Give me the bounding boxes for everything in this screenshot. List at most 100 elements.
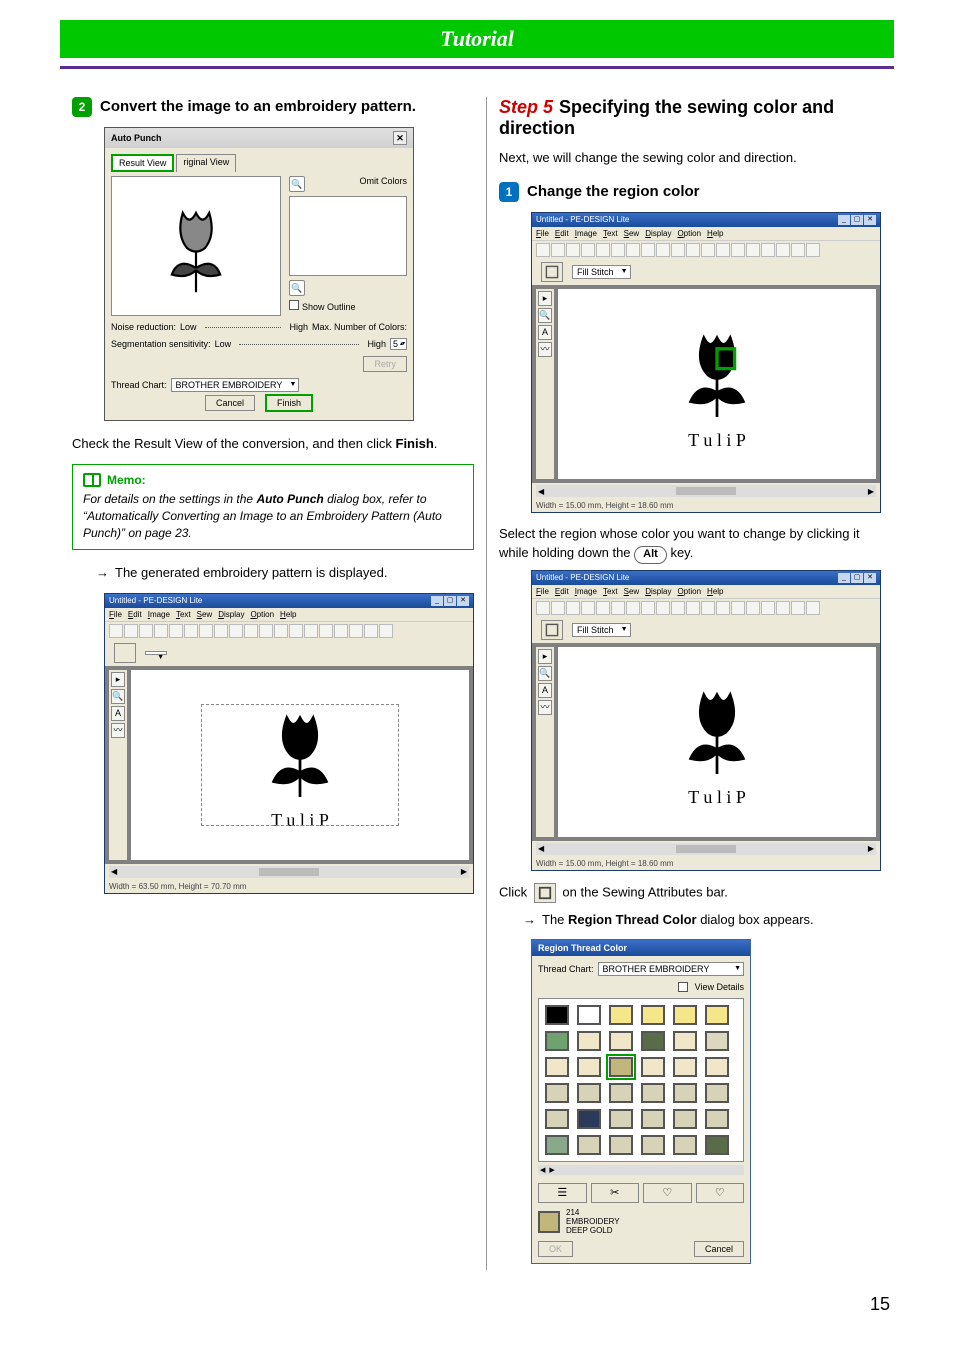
zoom-out-icon[interactable]: 🔍 (289, 280, 305, 296)
rtc-tab-list[interactable]: ☰ (538, 1183, 587, 1203)
rtc-cancel-button[interactable]: Cancel (694, 1241, 744, 1257)
stitch-type-select[interactable]: Fill Stitch (572, 265, 631, 279)
page-banner: Tutorial (60, 20, 894, 58)
color-swatch[interactable] (673, 1109, 697, 1129)
window-buttons[interactable]: _▢✕ (838, 215, 876, 225)
memo-box: Memo: For details on the settings in the… (72, 464, 474, 550)
color-swatch[interactable] (577, 1135, 601, 1155)
view-details-label: View Details (695, 982, 744, 992)
color-swatch[interactable] (577, 1057, 601, 1077)
color-swatch[interactable] (577, 1031, 601, 1051)
color-swatch[interactable] (545, 1005, 569, 1025)
color-swatch[interactable] (641, 1057, 665, 1077)
color-swatch[interactable] (705, 1031, 729, 1051)
swatch-scrollbar[interactable] (538, 1165, 744, 1175)
rtc-tab-heart-outline-icon[interactable]: ♡ (643, 1183, 692, 1203)
region-thread-color-dialog: Region Thread Color Thread Chart: BROTHE… (531, 939, 751, 1264)
design-canvas[interactable]: T u l i P (558, 289, 876, 479)
step5-intro: Next, we will change the sewing color an… (499, 149, 882, 168)
selected-color-info: 214 EMBROIDERY DEEP GOLD (538, 1209, 744, 1235)
h-scrollbar[interactable] (536, 485, 876, 497)
design-canvas[interactable]: T u l i P (558, 647, 876, 837)
tool-palette[interactable]: ▸🔍A〰 (536, 647, 554, 837)
tool-palette[interactable]: ▸🔍A〰 (536, 289, 554, 479)
menu-bar[interactable]: FileEditImageTextSewDisplayOptionHelp (532, 585, 880, 598)
tab-result-view[interactable]: Result View (111, 154, 174, 172)
color-swatch[interactable] (673, 1057, 697, 1077)
color-swatch[interactable] (705, 1005, 729, 1025)
finish-button[interactable]: Finish (265, 394, 313, 412)
app-title: Untitled - PE-DESIGN Lite (109, 596, 202, 606)
color-swatch[interactable] (641, 1005, 665, 1025)
region-color-button-icon[interactable] (534, 883, 556, 903)
color-swatch[interactable] (609, 1005, 633, 1025)
color-swatch[interactable] (673, 1031, 697, 1051)
max-colors-spinner[interactable]: 5 (390, 338, 407, 350)
show-outline-checkbox[interactable] (289, 300, 299, 310)
color-swatch[interactable] (641, 1109, 665, 1129)
cancel-button[interactable]: Cancel (205, 395, 255, 411)
color-swatch-grid[interactable] (538, 998, 744, 1162)
substep-badge-1: 1 (499, 182, 519, 202)
h-scrollbar[interactable] (109, 866, 469, 878)
color-swatch[interactable] (641, 1135, 665, 1155)
color-swatch[interactable] (609, 1109, 633, 1129)
color-swatch[interactable] (545, 1135, 569, 1155)
omit-colors-list[interactable] (289, 196, 407, 276)
color-swatch[interactable] (673, 1135, 697, 1155)
color-swatch[interactable] (705, 1083, 729, 1103)
region-color-icon[interactable] (114, 643, 136, 663)
color-swatch[interactable] (545, 1057, 569, 1077)
memo-body: For details on the settings in the Auto … (83, 491, 463, 541)
menu-bar[interactable]: FileEditImageTextSewDisplayOptionHelp (105, 608, 473, 621)
rtc-tab-scissors-icon[interactable]: ✂ (591, 1183, 640, 1203)
window-buttons[interactable]: _▢✕ (431, 596, 469, 606)
stitch-type-select[interactable]: Fill Stitch (572, 623, 631, 637)
close-icon[interactable]: ✕ (393, 131, 407, 145)
color-swatch[interactable] (641, 1031, 665, 1051)
design-canvas[interactable]: T u l i P (131, 670, 469, 860)
color-swatch[interactable] (609, 1083, 633, 1103)
page-number: 15 (60, 1294, 894, 1315)
app-window-right-1: Untitled - PE-DESIGN Lite_▢✕ FileEditIma… (531, 212, 881, 513)
view-details-checkbox[interactable] (678, 982, 688, 992)
color-swatch[interactable] (545, 1031, 569, 1051)
color-swatch[interactable] (577, 1005, 601, 1025)
result-instruction: Check the Result View of the conversion,… (72, 435, 474, 454)
color-swatch[interactable] (705, 1135, 729, 1155)
selected-swatch (538, 1211, 560, 1233)
color-swatch[interactable] (609, 1057, 633, 1077)
tool-palette[interactable]: ▸🔍A〰 (109, 670, 127, 860)
tab-original-view[interactable]: riginal View (176, 154, 236, 172)
rtc-tab-heart-icon[interactable]: ♡ (696, 1183, 745, 1203)
toolbar[interactable] (532, 598, 880, 617)
seg-slider[interactable] (239, 344, 359, 345)
color-swatch[interactable] (673, 1005, 697, 1025)
color-swatch[interactable] (705, 1109, 729, 1129)
color-swatch[interactable] (609, 1135, 633, 1155)
toolbar[interactable] (532, 240, 880, 259)
color-swatch[interactable] (545, 1109, 569, 1129)
color-swatch[interactable] (577, 1109, 601, 1129)
color-swatch[interactable] (673, 1083, 697, 1103)
color-swatch[interactable] (705, 1057, 729, 1077)
stitch-type-select[interactable] (145, 651, 167, 655)
right-column: Step 5Specifying the sewing color and di… (487, 97, 894, 1270)
color-swatch[interactable] (545, 1083, 569, 1103)
toolbar[interactable] (105, 621, 473, 640)
color-swatch[interactable] (641, 1083, 665, 1103)
color-swatch[interactable] (577, 1083, 601, 1103)
region-color-icon[interactable] (541, 262, 563, 282)
tulip-design-icon (662, 675, 772, 785)
noise-slider[interactable] (205, 327, 282, 328)
h-scrollbar[interactable] (536, 843, 876, 855)
region-color-icon[interactable] (541, 620, 563, 640)
thread-chart-select[interactable]: BROTHER EMBROIDERY (171, 378, 300, 392)
menu-bar[interactable]: FileEditImageTextSewDisplayOptionHelp (532, 227, 880, 240)
rtc-thread-chart-select[interactable]: BROTHER EMBROIDERY (598, 962, 744, 976)
attributes-bar[interactable] (105, 640, 473, 666)
window-buttons[interactable]: _▢✕ (838, 573, 876, 583)
color-swatch[interactable] (609, 1031, 633, 1051)
app-window-left: Untitled - PE-DESIGN Lite _▢✕ FileEditIm… (104, 593, 474, 894)
zoom-in-icon[interactable]: 🔍 (289, 176, 305, 192)
